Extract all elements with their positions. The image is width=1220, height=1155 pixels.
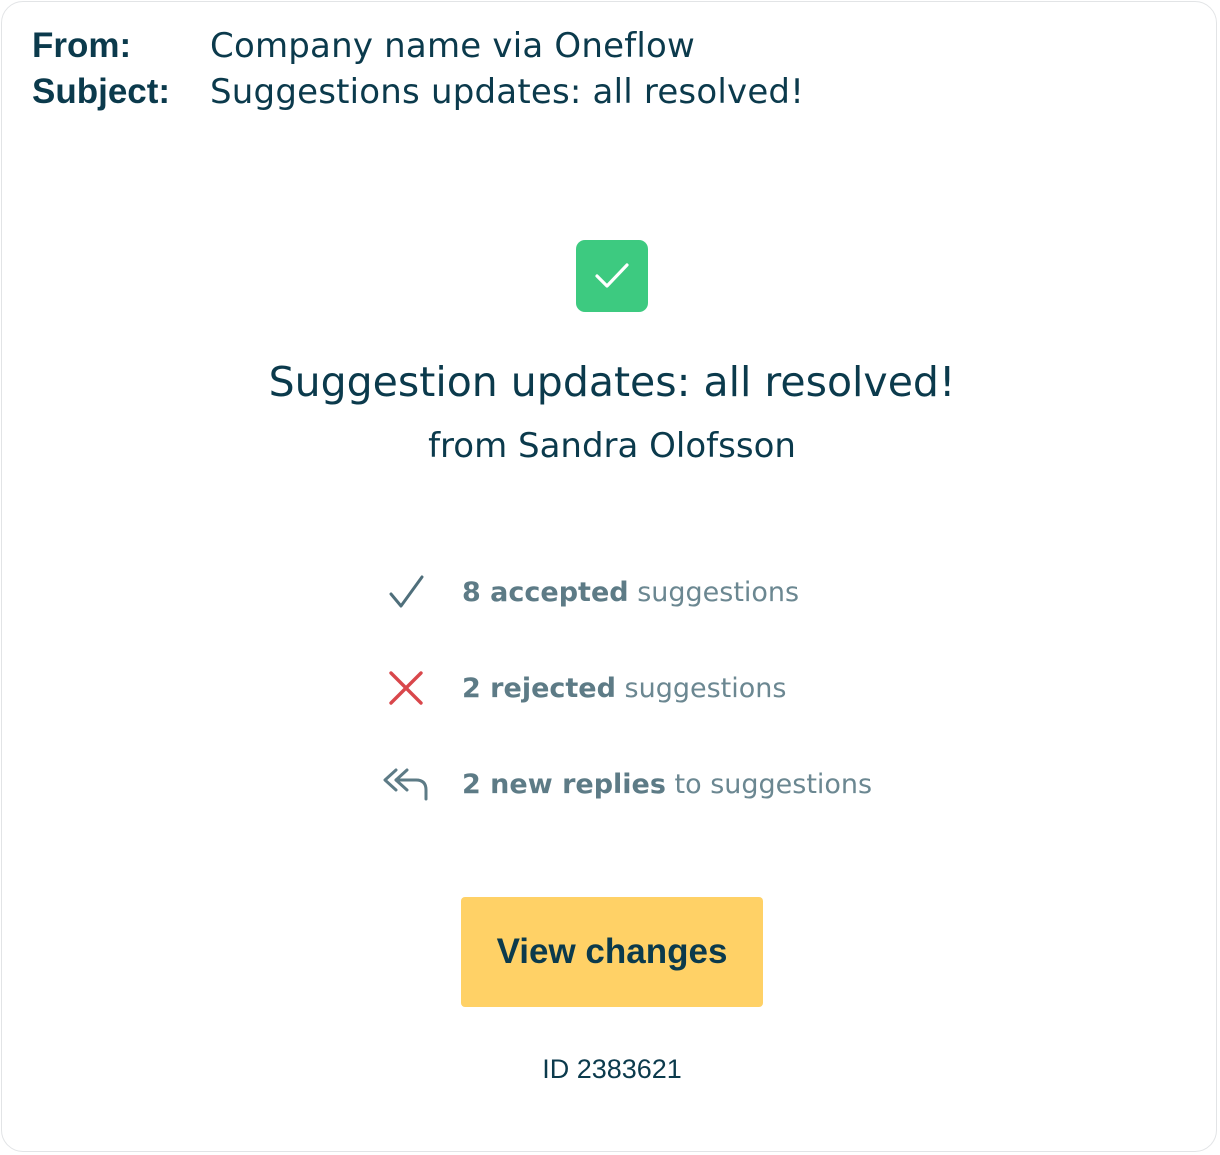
subject-label: Subject: bbox=[32, 72, 171, 111]
list-item: 2 rejected suggestions bbox=[380, 664, 872, 712]
summary-text: 2 new replies to suggestions bbox=[462, 769, 872, 800]
summary-rest: suggestions bbox=[628, 576, 800, 608]
summary-text: 8 accepted suggestions bbox=[462, 577, 799, 608]
summary-count: 2 new replies bbox=[462, 768, 666, 800]
check-icon bbox=[576, 240, 648, 312]
from-row: From: Company name via Oneflow bbox=[32, 26, 804, 72]
email-title: Suggestion updates: all resolved! bbox=[268, 358, 956, 406]
summary-rest: suggestions bbox=[615, 672, 787, 704]
reply-all-icon bbox=[380, 760, 432, 808]
checkmark-icon bbox=[380, 568, 432, 616]
summary-count: 2 rejected bbox=[462, 672, 616, 704]
summary-list: 8 accepted suggestions 2 rejected sugges… bbox=[380, 568, 872, 856]
from-label: From: bbox=[32, 26, 132, 65]
cross-icon bbox=[380, 664, 432, 712]
list-item: 8 accepted suggestions bbox=[380, 568, 872, 616]
subject-value: Suggestions updates: all resolved! bbox=[210, 72, 805, 112]
email-header: From: Company name via Oneflow Subject: … bbox=[32, 26, 804, 118]
from-value: Company name via Oneflow bbox=[210, 26, 696, 66]
summary-rest: to suggestions bbox=[665, 768, 873, 800]
summary-text: 2 rejected suggestions bbox=[462, 673, 786, 704]
list-item: 2 new replies to suggestions bbox=[380, 760, 872, 808]
document-id: ID 2383621 bbox=[542, 1054, 682, 1084]
view-changes-button[interactable]: View changes bbox=[461, 897, 763, 1007]
email-subtitle: from Sandra Olofsson bbox=[428, 426, 796, 466]
subject-row: Subject: Suggestions updates: all resolv… bbox=[32, 72, 804, 118]
email-card: From: Company name via Oneflow Subject: … bbox=[1, 1, 1217, 1152]
summary-count: 8 accepted bbox=[462, 576, 629, 608]
